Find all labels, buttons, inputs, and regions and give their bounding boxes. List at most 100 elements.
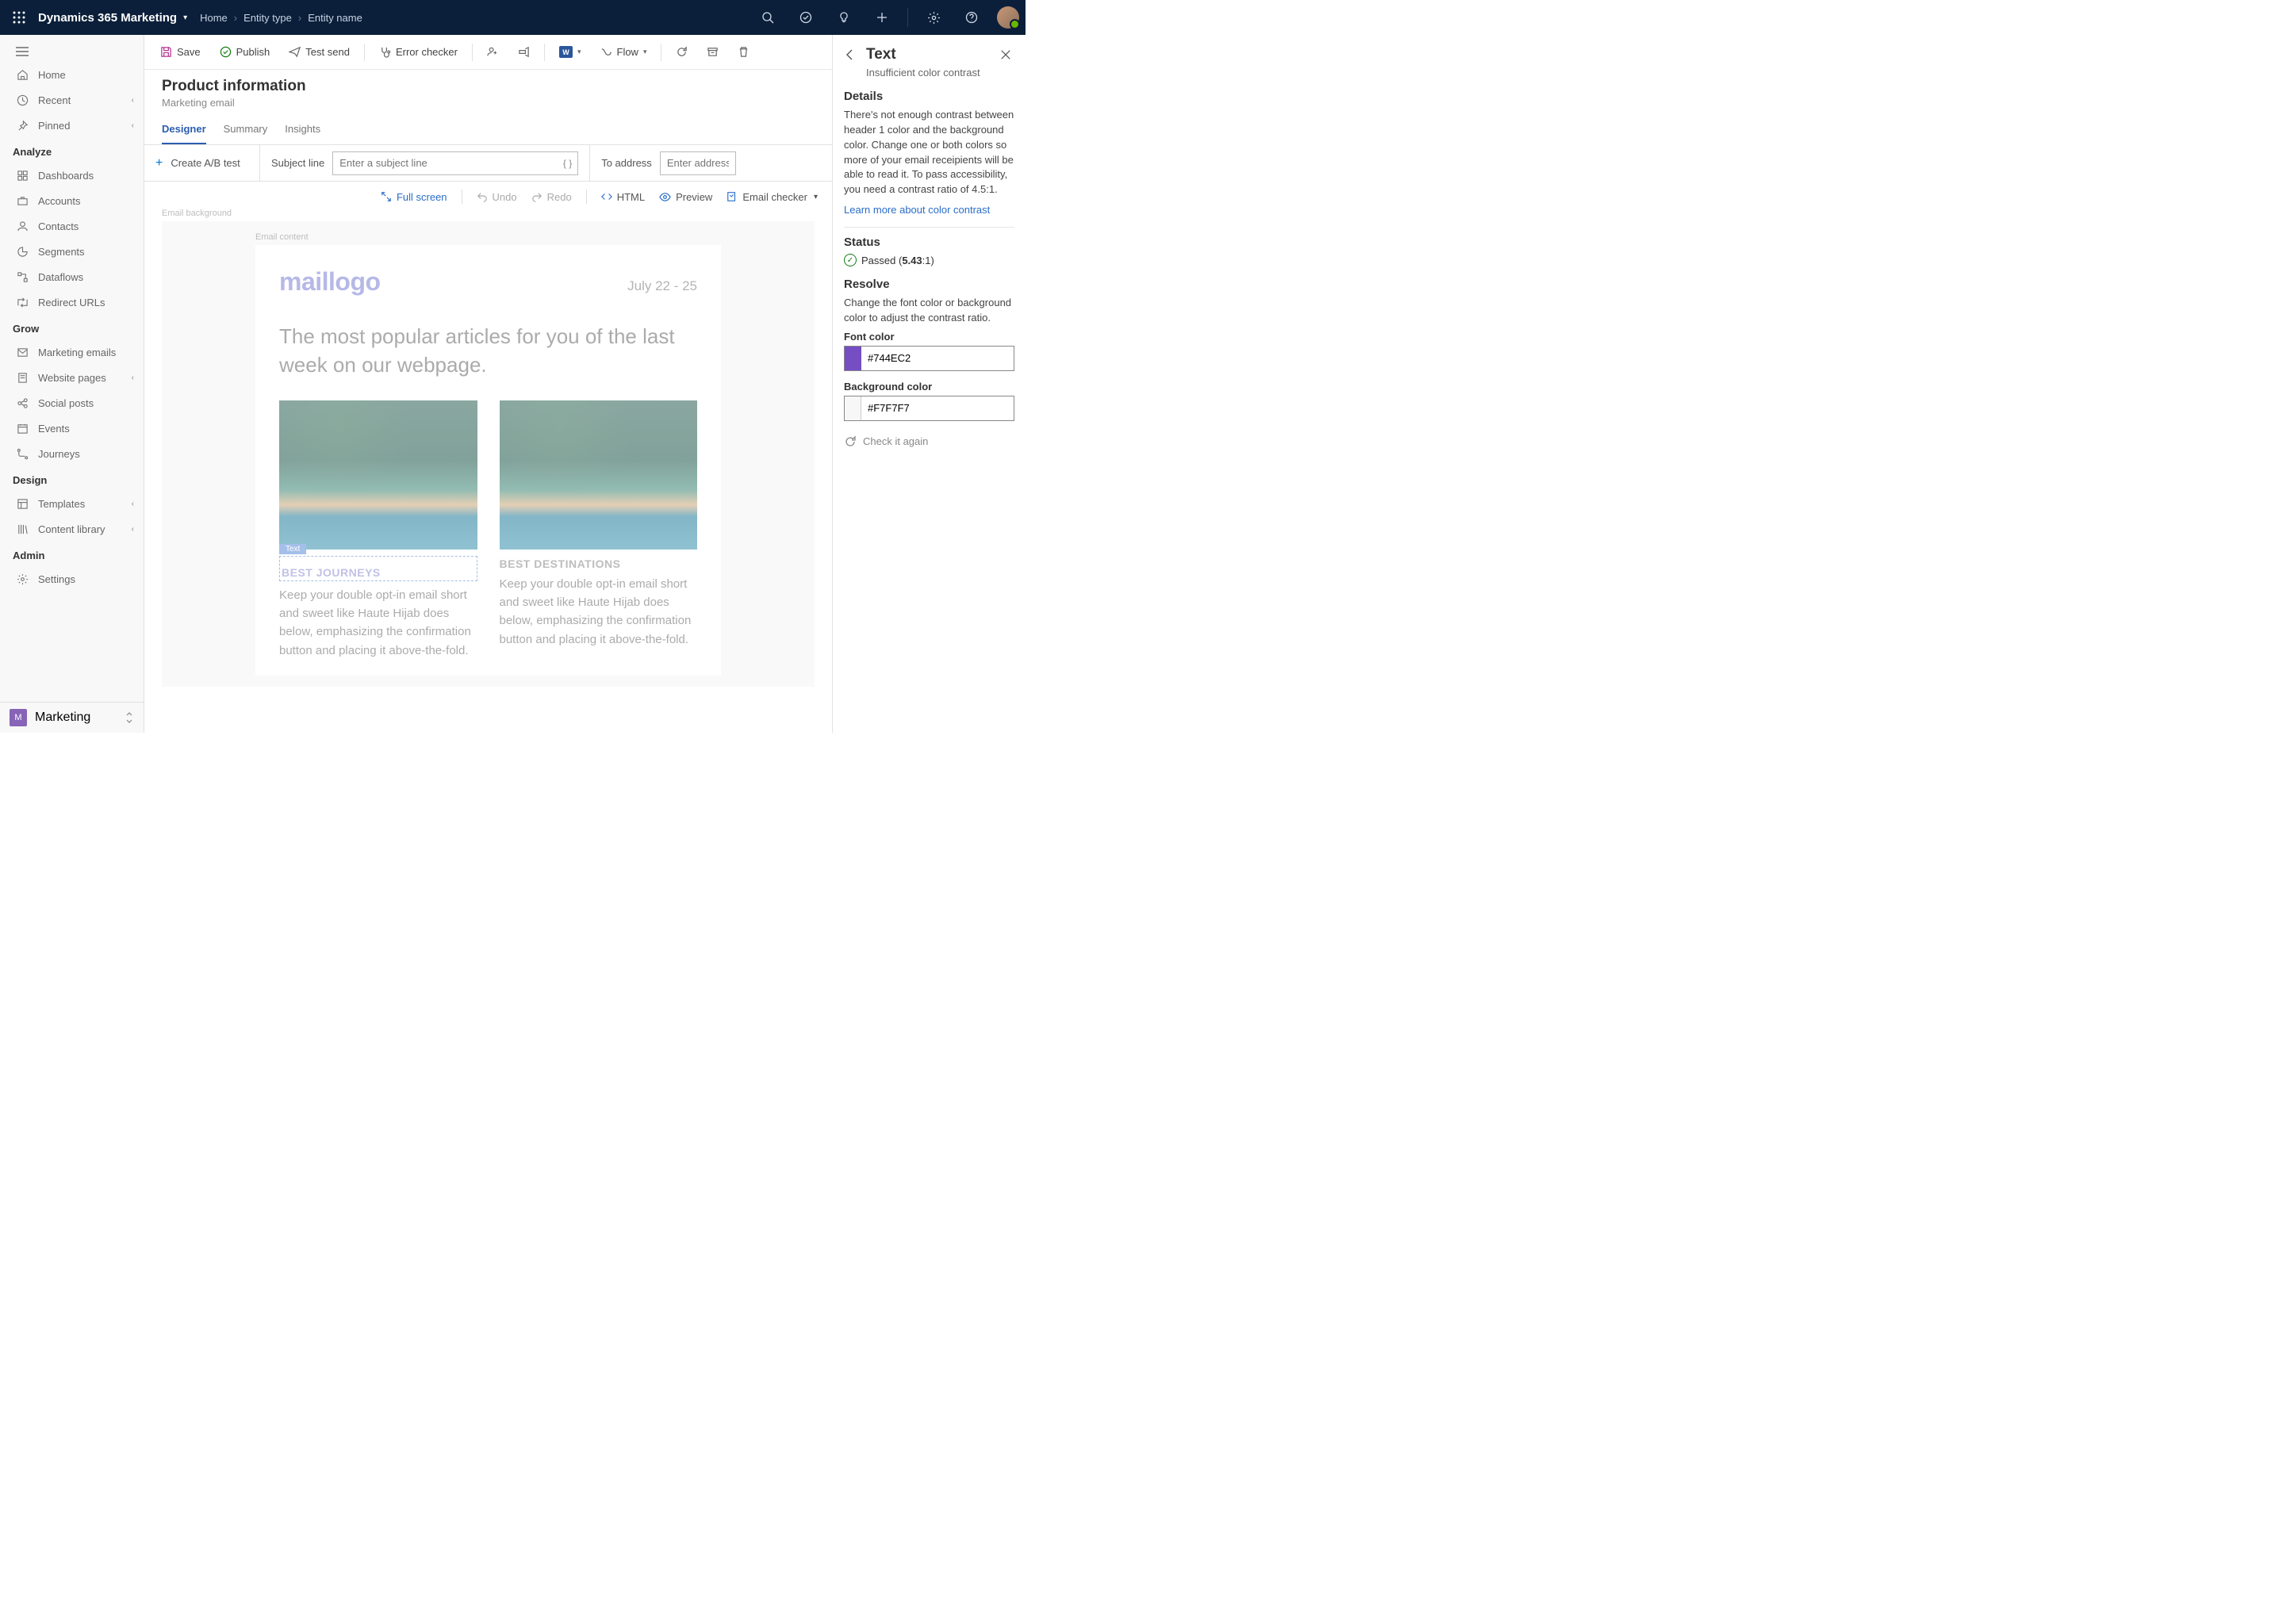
color-swatch[interactable] (845, 347, 861, 370)
sidebar-item-segments[interactable]: Segments (0, 239, 144, 264)
font-color-input[interactable] (861, 347, 1014, 370)
share-button[interactable] (510, 41, 538, 63)
assign-button[interactable] (479, 41, 507, 63)
plus-icon: + (155, 156, 163, 170)
sidebar-item-settings[interactable]: Settings (0, 566, 144, 592)
sidebar-item-pinned[interactable]: Pinned‹ (0, 113, 144, 138)
sidebar-item-journeys[interactable]: Journeys (0, 441, 144, 466)
chevron-down-icon: ▾ (577, 48, 581, 56)
refresh-icon (676, 46, 688, 58)
redirect-icon (16, 296, 29, 308)
search-icon[interactable] (752, 2, 784, 33)
create-ab-test-button[interactable]: +Create A/B test (144, 145, 260, 181)
tab-designer[interactable]: Designer (162, 117, 206, 144)
main-content: Save Publish Test send Error checker W▾ … (144, 35, 832, 733)
font-color-label: Font color (844, 331, 1014, 343)
briefcase-icon (16, 194, 29, 207)
color-swatch[interactable] (845, 396, 861, 420)
pin-icon (16, 119, 29, 132)
tab-summary[interactable]: Summary (224, 117, 268, 144)
full-screen-button[interactable]: Full screen (381, 191, 447, 203)
sidebar-item-redirect[interactable]: Redirect URLs (0, 289, 144, 315)
app-dropdown-icon[interactable]: ▾ (183, 13, 187, 22)
status-row: ✓ Passed (5.43:1) (844, 254, 1014, 266)
sidebar-item-label: Templates (38, 498, 85, 510)
article-column: Text BEST JOURNEYS Keep your double opt-… (279, 400, 477, 660)
sidebar-item-templates[interactable]: Templates‹ (0, 491, 144, 516)
subject-line-input[interactable] (332, 151, 578, 175)
app-launcher-icon[interactable] (6, 5, 32, 30)
save-button[interactable]: Save (152, 41, 209, 63)
hamburger-icon[interactable] (16, 46, 128, 57)
app-switcher-label: Marketing (35, 710, 90, 725)
sidebar-item-website-pages[interactable]: Website pages‹ (0, 365, 144, 390)
sidebar-item-accounts[interactable]: Accounts (0, 188, 144, 213)
redo-button[interactable]: Redo (531, 191, 572, 203)
refresh-button[interactable] (668, 41, 696, 63)
sidebar-item-contacts[interactable]: Contacts (0, 213, 144, 239)
sidebar-item-home[interactable]: Home (0, 62, 144, 87)
sidebar-item-dashboards[interactable]: Dashboards (0, 163, 144, 188)
breadcrumb-item[interactable]: Entity type (243, 12, 292, 24)
selected-text-block[interactable]: Text BEST JOURNEYS (279, 556, 477, 581)
user-avatar[interactable] (997, 6, 1019, 29)
settings-icon[interactable] (918, 2, 949, 33)
test-send-button[interactable]: Test send (281, 41, 358, 63)
flow-button[interactable]: Flow▾ (592, 41, 655, 63)
refresh-icon (844, 435, 857, 448)
email-logo: maillogo (279, 267, 381, 297)
word-button[interactable]: W▾ (551, 41, 589, 63)
preview-button[interactable]: Preview (659, 191, 712, 203)
email-background[interactable]: Email content maillogo July 22 - 25 The … (162, 221, 815, 687)
sidebar-item-events[interactable]: Events (0, 416, 144, 441)
segments-icon (16, 245, 29, 258)
email-content-card[interactable]: maillogo July 22 - 25 The most popular a… (255, 245, 721, 676)
background-color-picker[interactable] (844, 396, 1014, 421)
sidebar-app-switcher[interactable]: M Marketing (0, 702, 144, 733)
article-column: BEST DESTINATIONS Keep your double opt-i… (500, 400, 698, 660)
block-type-tag: Text (279, 544, 306, 554)
breadcrumb-item[interactable]: Entity name (308, 12, 362, 24)
background-color-input[interactable] (861, 396, 1014, 420)
sidebar-item-label: Website pages (38, 372, 106, 384)
sidebar-item-label: Dashboards (38, 170, 94, 182)
article-body: Keep your double opt-in email short and … (279, 586, 477, 660)
publish-button[interactable]: Publish (212, 41, 278, 63)
email-checker-button[interactable]: Email checker▾ (727, 191, 818, 203)
error-checker-button[interactable]: Error checker (371, 41, 466, 63)
sidebar-item-label: Home (38, 69, 66, 81)
task-icon[interactable] (790, 2, 822, 33)
sidebar-item-social-posts[interactable]: Social posts (0, 390, 144, 416)
add-icon[interactable] (866, 2, 898, 33)
to-address-cell: To address (590, 145, 832, 181)
archive-button[interactable] (699, 41, 727, 63)
font-color-picker[interactable] (844, 346, 1014, 371)
back-icon[interactable] (844, 48, 858, 61)
sidebar-item-dataflows[interactable]: Dataflows (0, 264, 144, 289)
close-icon[interactable] (1000, 49, 1014, 60)
html-button[interactable]: HTML (601, 191, 645, 203)
delete-button[interactable] (730, 41, 757, 63)
sidebar-item-label: Settings (38, 573, 75, 585)
sidebar-item-recent[interactable]: Recent‹ (0, 87, 144, 113)
app-name[interactable]: Dynamics 365 Marketing (38, 11, 177, 25)
sidebar-item-marketing-emails[interactable]: Marketing emails (0, 339, 144, 365)
help-icon[interactable] (956, 2, 987, 33)
page-title: Product information (162, 78, 815, 95)
lightbulb-icon[interactable] (828, 2, 860, 33)
clock-icon (16, 94, 29, 106)
learn-more-link[interactable]: Learn more about color contrast (844, 204, 990, 216)
personalization-icon[interactable]: { } (563, 158, 572, 169)
dataflow-icon (16, 270, 29, 283)
page-tabs: Designer Summary Insights (144, 117, 832, 145)
sidebar-item-label: Segments (38, 246, 85, 258)
sidebar-item-content-library[interactable]: Content library‹ (0, 516, 144, 542)
chevron-right-icon: › (298, 12, 301, 24)
to-address-input[interactable] (660, 151, 736, 175)
undo-button[interactable]: Undo (477, 191, 517, 203)
breadcrumb-item[interactable]: Home (200, 12, 228, 24)
top-navigation-bar: Dynamics 365 Marketing ▾ Home › Entity t… (0, 0, 1026, 35)
check-again-button[interactable]: Check it again (844, 435, 1014, 448)
article-title: BEST DESTINATIONS (500, 557, 698, 570)
tab-insights[interactable]: Insights (285, 117, 320, 144)
